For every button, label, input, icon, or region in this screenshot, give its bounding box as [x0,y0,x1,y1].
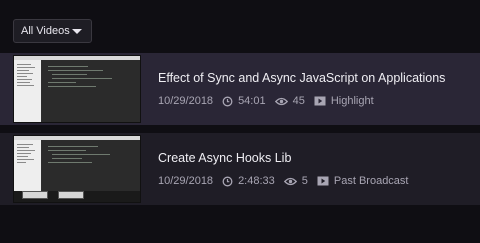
video-title[interactable]: Effect of Sync and Async JavaScript on A… [158,71,445,85]
video-date: 10/29/2018 [158,175,214,187]
video-filter-dropdown[interactable]: All Videos [13,19,92,43]
video-title[interactable]: Create Async Hooks Lib [158,151,291,165]
video-duration: 2:48:33 [238,175,275,187]
chevron-down-icon [72,29,82,34]
eye-icon [283,177,297,186]
video-type: Highlight [330,95,374,107]
video-type: Past Broadcast [333,175,409,187]
video-type-icon [317,176,329,186]
video-thumbnail[interactable] [13,55,141,123]
video-views: 5 [301,175,308,187]
video-duration: 54:01 [238,95,266,107]
video-meta: 10/29/2018 54:01 45 Highlight [158,95,374,107]
video-info: Effect of Sync and Async JavaScript on A… [158,53,470,125]
video-card[interactable]: Create Async Hooks Lib 10/29/2018 2:48:3… [0,133,480,205]
video-meta: 10/29/2018 2:48:33 5 Past Broadcast [158,175,408,187]
video-date: 10/29/2018 [158,95,214,107]
video-views: 45 [292,95,305,107]
clock-icon [222,176,233,187]
video-info: Create Async Hooks Lib 10/29/2018 2:48:3… [158,133,470,205]
clock-icon [222,96,233,107]
video-filter-label: All Videos [21,25,70,37]
video-thumbnail[interactable] [13,135,141,203]
video-type-icon [314,96,326,106]
eye-icon [274,97,288,106]
videos-page: All Videos Effect of Sync and Async Java… [0,0,480,243]
video-card[interactable]: Effect of Sync and Async JavaScript on A… [0,53,480,125]
